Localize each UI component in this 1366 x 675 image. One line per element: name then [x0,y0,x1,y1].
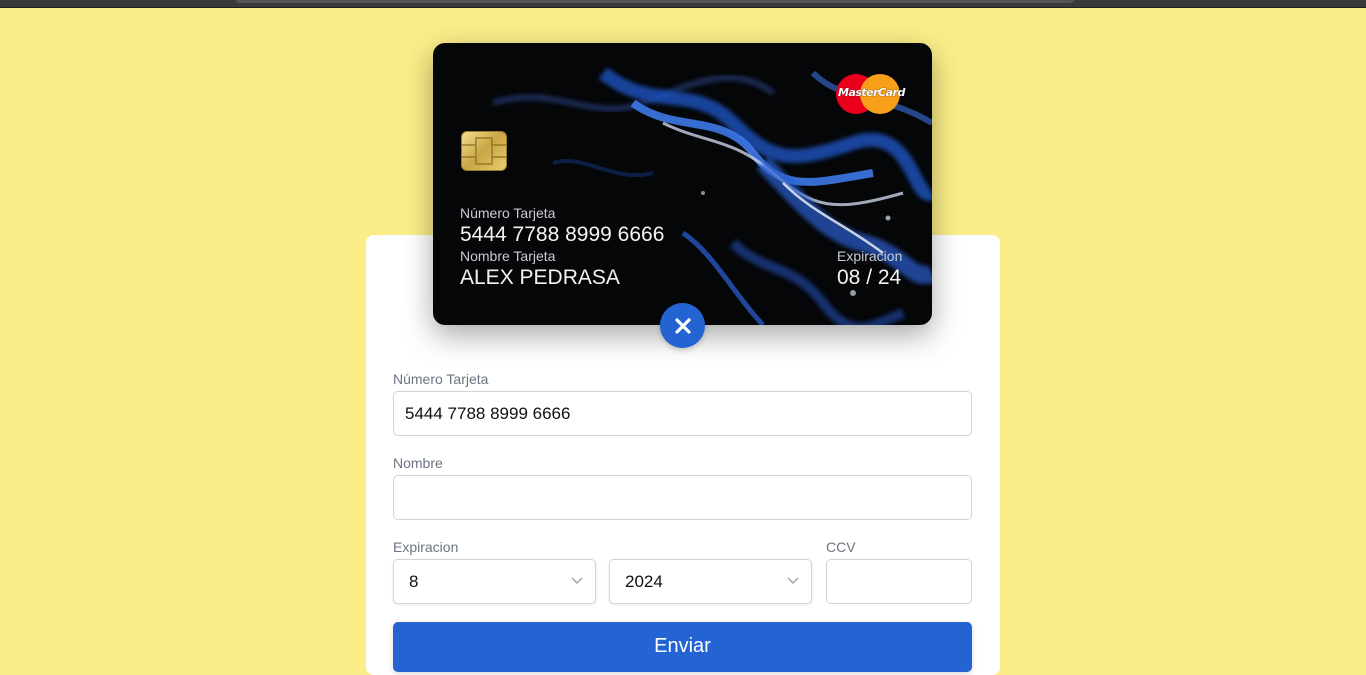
card-expiry: 08 / 24 [837,266,902,289]
card-number: 5444 7788 8999 6666 [460,223,665,246]
chip-icon [461,131,507,171]
mastercard-logo: MasterCard [836,74,905,114]
address-bar-edge [236,0,1074,3]
name-field-label: Nombre [393,455,443,471]
close-button[interactable] [660,303,705,348]
card-number-field-label: Número Tarjeta [393,371,489,387]
card-holder-name: ALEX PEDRASA [460,266,620,289]
card-expiry-label: Expiracion [837,248,903,264]
ccv-field-label: CCV [826,539,856,555]
card-name-label: Nombre Tarjeta [460,248,556,264]
year-select-value: 2024 [625,572,663,591]
chevron-down-icon [571,577,583,585]
submit-button[interactable]: Enviar [393,622,972,672]
month-select[interactable]: 8 [393,559,596,604]
card-number-input[interactable]: 5444 7788 8999 6666 [393,391,972,436]
expiry-field-label: Expiracion [393,539,459,555]
month-select-value: 8 [409,572,419,591]
ccv-input[interactable] [826,559,972,604]
name-input[interactable] [393,475,972,520]
card-number-label: Número Tarjeta [460,205,556,221]
chevron-down-icon [787,577,799,585]
credit-card-preview: MasterCard Número Tarjeta 5444 7788 8999… [433,43,932,325]
close-icon [674,317,691,334]
browser-toolbar-edge [0,0,1366,8]
year-select[interactable]: 2024 [609,559,812,604]
